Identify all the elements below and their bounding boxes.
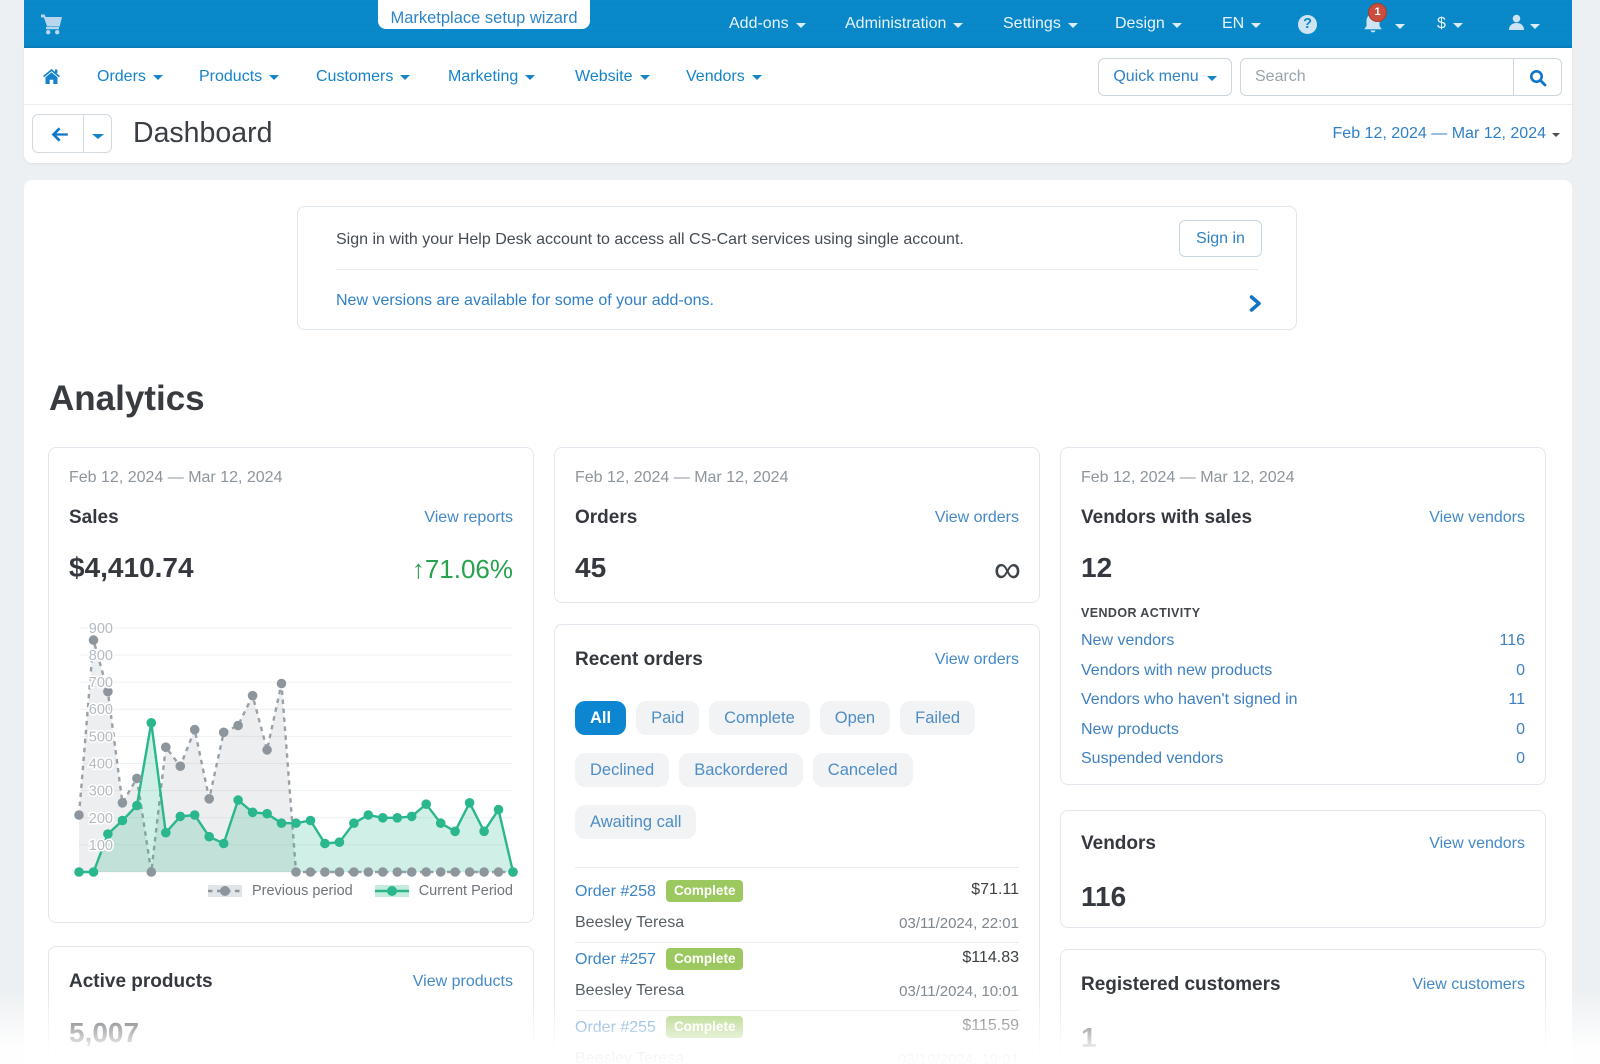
svg-text:100: 100 <box>89 838 113 854</box>
svg-text:800: 800 <box>89 648 113 664</box>
svg-text:500: 500 <box>89 729 113 745</box>
svg-text:900: 900 <box>89 621 113 637</box>
svg-text:200: 200 <box>89 811 113 827</box>
svg-text:600: 600 <box>89 702 113 718</box>
svg-text:300: 300 <box>89 784 113 800</box>
svg-text:700: 700 <box>89 675 113 691</box>
svg-text:400: 400 <box>89 757 113 773</box>
